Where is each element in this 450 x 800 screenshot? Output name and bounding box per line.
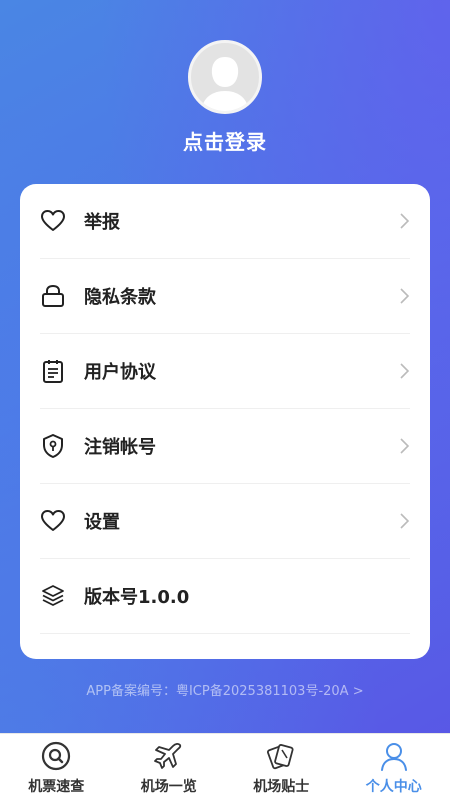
menu-item-privacy[interactable]: 隐私条款 xyxy=(40,259,410,334)
person-icon xyxy=(378,740,410,772)
tab-label: 机场一览 xyxy=(140,779,197,795)
tab-flight-search[interactable]: 机票速查 xyxy=(0,734,113,800)
layers-icon xyxy=(40,583,66,609)
shield-icon xyxy=(40,433,66,459)
settings-card: 举报 隐私条款 用户协议 注销帐号 设置 版本号1.0.0 xyxy=(20,184,430,659)
airplane-icon xyxy=(153,740,185,772)
tab-label: 机场贴士 xyxy=(253,779,310,795)
chevron-right-icon xyxy=(400,213,410,229)
heart-icon xyxy=(40,208,66,234)
chevron-right-icon xyxy=(400,288,410,304)
menu-item-user-agreement[interactable]: 用户协议 xyxy=(40,334,410,409)
login-button[interactable]: 点击登录 xyxy=(183,126,267,155)
default-avatar-icon xyxy=(201,57,249,111)
tab-personal-center[interactable]: 个人中心 xyxy=(338,734,450,800)
menu-item-label: 隐私条款 xyxy=(84,287,156,308)
menu-item-version: 版本号1.0.0 xyxy=(40,559,410,634)
tab-airport-tips[interactable]: 机场贴士 xyxy=(225,734,338,800)
version-label: 版本号1.0.0 xyxy=(84,587,190,608)
menu-item-label: 用户协议 xyxy=(84,362,156,383)
chevron-right-icon xyxy=(400,438,410,454)
menu-item-settings[interactable]: 设置 xyxy=(40,484,410,559)
avatar[interactable] xyxy=(188,40,262,114)
menu-item-report[interactable]: 举报 xyxy=(40,184,410,259)
menu-item-delete-account[interactable]: 注销帐号 xyxy=(40,409,410,484)
menu-item-label: 设置 xyxy=(84,512,120,533)
heart-icon xyxy=(40,508,66,534)
chevron-right-icon xyxy=(400,363,410,379)
lock-icon xyxy=(40,283,66,309)
profile-header: 点击登录 xyxy=(0,0,450,180)
tab-label: 机票速查 xyxy=(28,779,85,795)
chevron-right-icon xyxy=(400,513,410,529)
tab-airport-list[interactable]: 机场一览 xyxy=(113,734,226,800)
search-icon xyxy=(40,740,72,772)
cards-icon xyxy=(265,740,297,772)
beian-link[interactable]: APP备案编号：粤ICP备2025381103号-20A > xyxy=(0,680,450,699)
menu-item-label: 举报 xyxy=(84,212,120,233)
menu-item-label: 注销帐号 xyxy=(84,437,156,458)
document-icon xyxy=(40,358,66,384)
tab-label: 个人中心 xyxy=(365,779,422,795)
bottom-tab-bar: 机票速查 机场一览 机场贴士 个人中心 xyxy=(0,733,450,800)
